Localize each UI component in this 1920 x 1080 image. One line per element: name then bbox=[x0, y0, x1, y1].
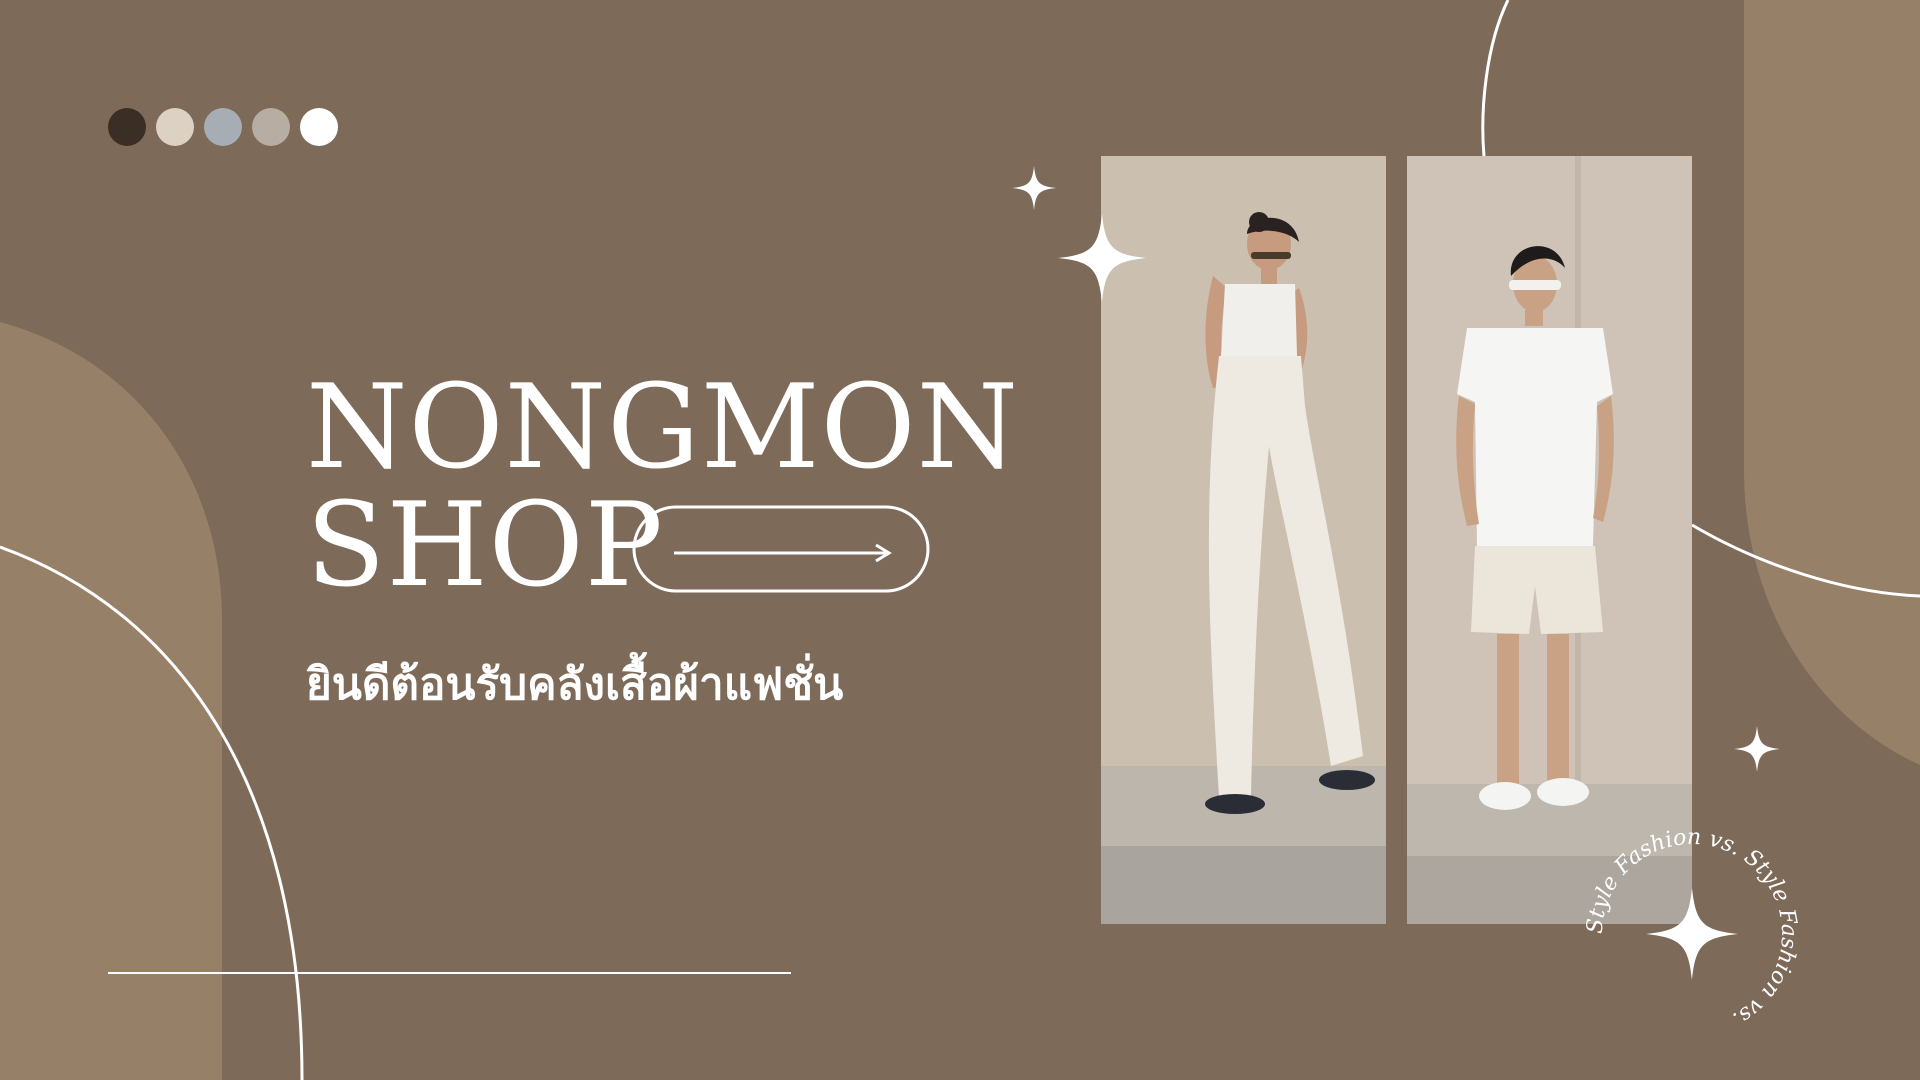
palette-dot-white bbox=[300, 108, 338, 146]
left-arch-shape bbox=[0, 322, 222, 1080]
photo-man bbox=[1407, 156, 1692, 924]
color-palette bbox=[108, 108, 338, 146]
arrow-pill-button[interactable] bbox=[632, 505, 930, 593]
bottom-divider-line bbox=[108, 972, 791, 974]
sparkle-icon bbox=[1058, 214, 1146, 302]
sparkle-icon bbox=[1646, 888, 1738, 980]
top-right-arc bbox=[1481, 0, 1510, 157]
arrow-right-icon bbox=[674, 543, 892, 563]
palette-dot-beige bbox=[156, 108, 194, 146]
slide-canvas: NONGMON SHOP ยินดีต้อนรับคลังเสื้อผ้าแฟช… bbox=[0, 0, 1920, 1080]
circular-text-badge: Style Fashion vs. Style Fashion vs. bbox=[1583, 825, 1801, 1032]
right-arch-shape bbox=[1744, 0, 1920, 765]
palette-dot-dark bbox=[108, 108, 146, 146]
welcome-subtitle: ยินดีต้อนรับคลังเสื้อผ้าแฟชั่น bbox=[306, 659, 844, 710]
sparkle-icon bbox=[1012, 166, 1056, 210]
palette-dot-gray-blue bbox=[204, 108, 242, 146]
sparkle-icon bbox=[1734, 726, 1780, 772]
brand-title-line1: NONGMON bbox=[306, 360, 1020, 495]
palette-dot-taupe bbox=[252, 108, 290, 146]
